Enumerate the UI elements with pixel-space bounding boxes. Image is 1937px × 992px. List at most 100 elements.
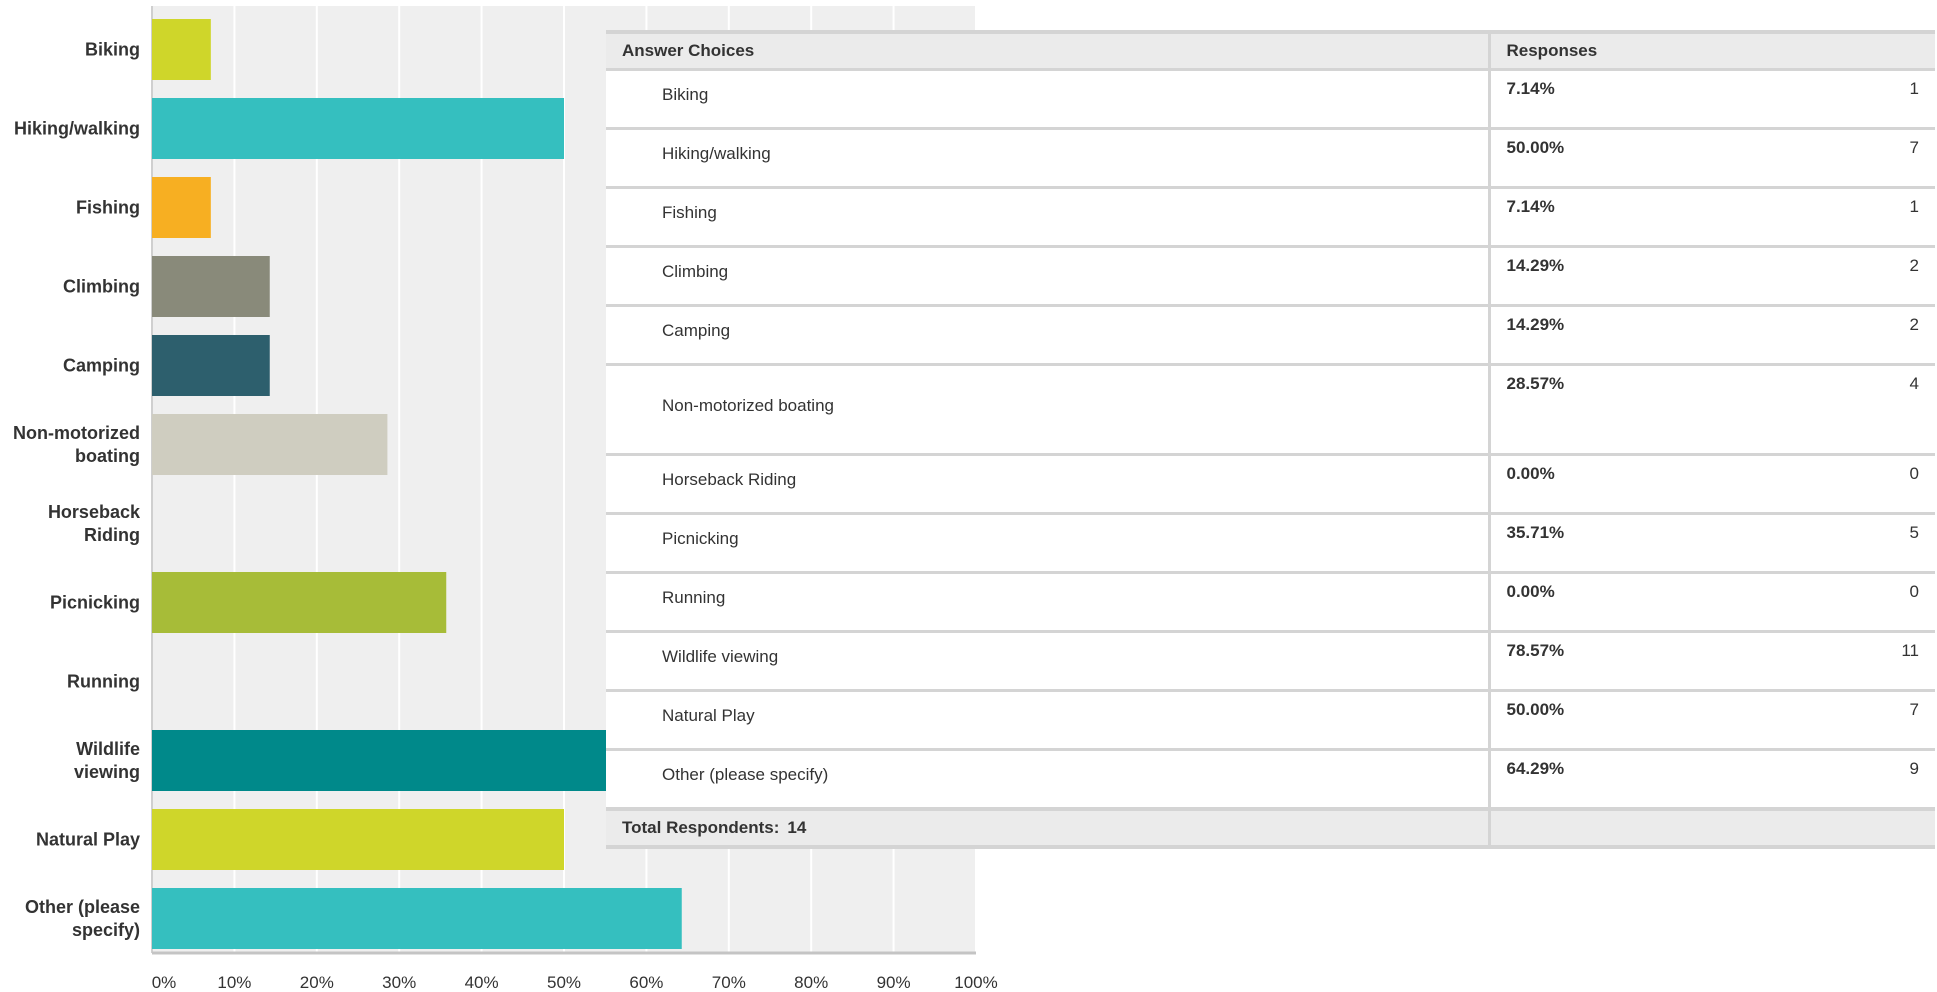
response-count: 2: [1909, 315, 1919, 334]
category-label: Biking: [85, 40, 140, 60]
response-cell: 14.29% 2: [1489, 245, 1935, 307]
bar: [152, 888, 682, 949]
response-percent: 35.71%: [1506, 523, 1565, 542]
bar: [152, 572, 447, 633]
response-percent: 0.00%: [1506, 582, 1555, 601]
response-cell: 7.14% 1: [1489, 68, 1935, 130]
category-label-line: Camping: [63, 356, 140, 376]
category-label: Fishing: [76, 198, 140, 218]
x-tick-label: 100%: [954, 973, 997, 992]
response-percent: 0.00%: [1506, 464, 1555, 483]
table-row: Running 0.00% 0: [606, 571, 1935, 633]
response-count: 11: [1901, 641, 1919, 660]
category-label: Camping: [63, 356, 140, 376]
response-cell: 50.00% 7: [1489, 689, 1935, 751]
category-labels: Biking Hiking/walking Fishing Climbing Campi…: [13, 40, 141, 941]
response-count: 4: [1909, 374, 1919, 393]
response-cell: 28.57% 4: [1489, 363, 1935, 456]
category-label-line: Riding: [84, 525, 140, 545]
answer-choice-cell: Natural Play: [606, 689, 1491, 751]
category-label-line: Natural Play: [36, 830, 140, 850]
response-count: 0: [1909, 582, 1919, 601]
response-cell: 0.00% 0: [1489, 453, 1935, 515]
response-percent: 50.00%: [1506, 138, 1565, 157]
category-label-line: Fishing: [76, 198, 140, 218]
category-label: Climbing: [63, 277, 140, 297]
table-row: Non-motorized boating 28.57% 4: [606, 363, 1935, 456]
category-label: Other (please specify): [25, 897, 140, 940]
bar: [152, 335, 270, 396]
response-cell: 35.71% 5: [1489, 512, 1935, 574]
response-count: 7: [1909, 700, 1919, 719]
category-label-line: Other (please: [25, 897, 140, 917]
category-label-line: Non-motorized: [13, 423, 140, 443]
x-tick-label: 90%: [877, 973, 911, 992]
response-percent: 7.14%: [1506, 79, 1555, 98]
response-count: 2: [1909, 256, 1919, 275]
x-tick-label: 20%: [300, 973, 334, 992]
answer-choice-cell: Running: [606, 571, 1491, 633]
bar: [152, 414, 388, 475]
response-cell: 50.00% 7: [1489, 127, 1935, 189]
answer-choice-cell: Non-motorized boating: [606, 363, 1491, 456]
response-count: 7: [1909, 138, 1919, 157]
response-percent: 7.14%: [1506, 197, 1555, 216]
table-footer-row: Total Respondents: 14: [606, 807, 1935, 849]
header-answer-choices: Answer Choices: [606, 30, 1491, 71]
response-percent: 64.29%: [1506, 759, 1565, 778]
category-label-line: Biking: [85, 40, 140, 60]
answer-choice-cell: Biking: [606, 68, 1491, 130]
x-tick-label: 0%: [152, 973, 177, 992]
category-label: Picnicking: [50, 593, 140, 613]
response-cell: 0.00% 0: [1489, 571, 1935, 633]
total-respondents: Total Respondents: 14: [606, 807, 1491, 849]
response-percent: 14.29%: [1506, 256, 1565, 275]
category-label: Non-motorized boating: [13, 423, 140, 466]
answer-choice-cell: Climbing: [606, 245, 1491, 307]
response-cell: 14.29% 2: [1489, 304, 1935, 366]
response-cell: 64.29% 9: [1489, 748, 1935, 811]
response-count: 1: [1909, 79, 1919, 98]
x-tick-label: 70%: [712, 973, 746, 992]
response-count: 9: [1909, 759, 1919, 778]
category-label-line: Running: [67, 672, 140, 692]
answer-choice-cell: Fishing: [606, 186, 1491, 248]
response-percent: 78.57%: [1506, 641, 1565, 660]
x-tick-label: 30%: [382, 973, 416, 992]
category-label-line: boating: [75, 446, 140, 466]
category-label-line: specify): [72, 920, 140, 940]
category-label: Wildlife viewing: [74, 739, 140, 782]
category-label-line: viewing: [74, 762, 140, 782]
answer-choice-cell: Other (please specify): [606, 748, 1491, 811]
bar: [152, 19, 211, 80]
response-count: 0: [1909, 464, 1919, 483]
footer-empty-cell: [1489, 807, 1935, 849]
x-tick-label: 40%: [465, 973, 499, 992]
category-label: Hiking/walking: [14, 119, 140, 139]
answer-choice-cell: Camping: [606, 304, 1491, 366]
response-cell: 78.57% 11: [1489, 630, 1935, 692]
answer-choice-cell: Horseback Riding: [606, 453, 1491, 515]
category-label: Horseback Riding: [48, 502, 141, 545]
category-label-line: Picnicking: [50, 593, 140, 613]
table-row: Camping 14.29% 2: [606, 304, 1935, 366]
category-label: Running: [67, 672, 140, 692]
bar: [152, 809, 564, 870]
total-respondents-label: Total Respondents:: [622, 818, 780, 837]
category-label-line: Climbing: [63, 277, 140, 297]
answer-choice-cell: Picnicking: [606, 512, 1491, 574]
table-header-row: Answer Choices Responses: [606, 30, 1935, 71]
category-label-line: Wildlife: [76, 739, 140, 759]
table-row: Other (please specify) 64.29% 9: [606, 748, 1935, 811]
table-row: Climbing 14.29% 2: [606, 245, 1935, 307]
response-count: 5: [1909, 523, 1919, 542]
responses-table: Answer Choices Responses Biking 7.14% 1 Hik…: [606, 30, 1935, 849]
bar: [152, 98, 564, 159]
category-label-line: Hiking/walking: [14, 119, 140, 139]
response-percent: 28.57%: [1506, 374, 1565, 393]
x-tick-label: 50%: [547, 973, 581, 992]
table-row: Biking 7.14% 1: [606, 68, 1935, 130]
table-row: Wildlife viewing 78.57% 11: [606, 630, 1935, 692]
table-row: Picnicking 35.71% 5: [606, 512, 1935, 574]
response-cell: 7.14% 1: [1489, 186, 1935, 248]
